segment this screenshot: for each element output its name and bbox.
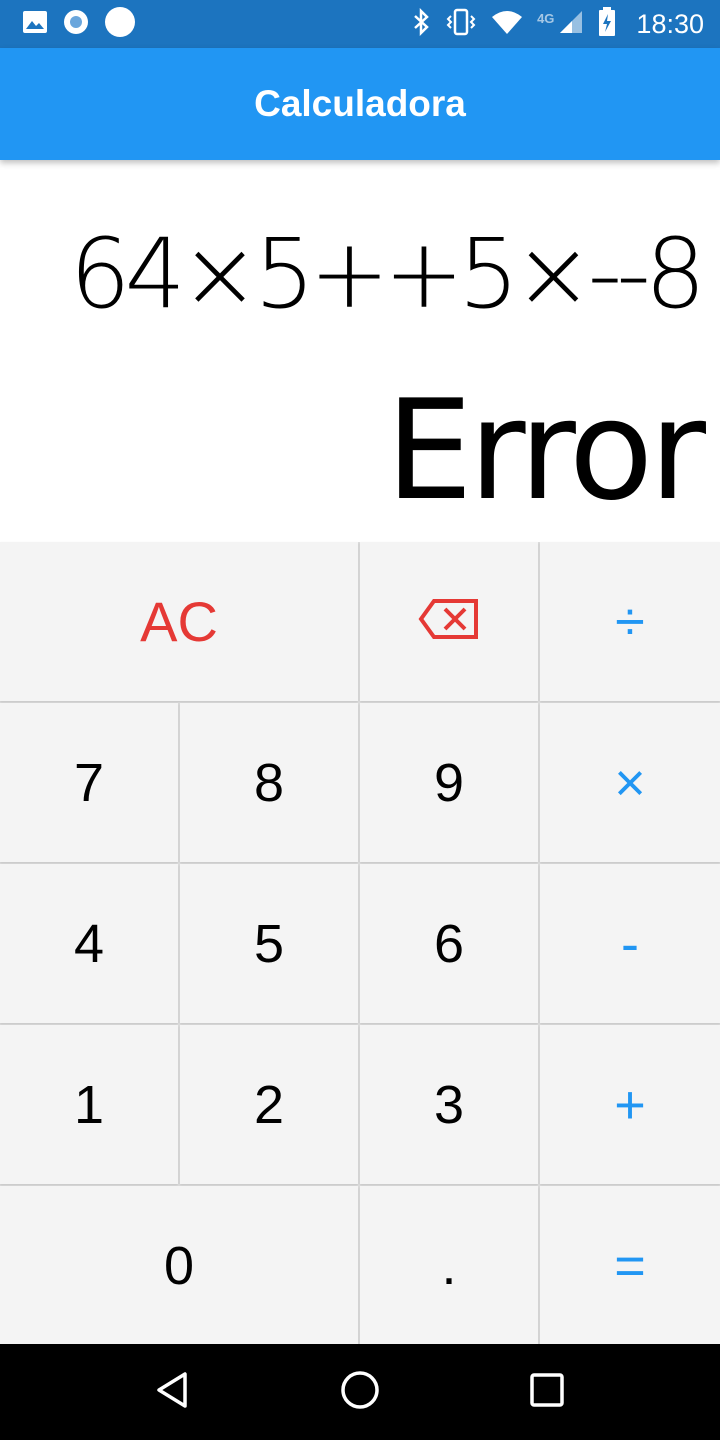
divide-button[interactable]: ÷ xyxy=(540,542,720,701)
wifi-icon xyxy=(491,9,523,40)
digit-3-button[interactable]: 3 xyxy=(360,1025,538,1184)
digit-5-button[interactable]: 5 xyxy=(180,864,358,1023)
battery-icon xyxy=(598,6,616,42)
clear-button[interactable]: AC xyxy=(0,542,358,701)
digit-1-button[interactable]: 1 xyxy=(0,1025,178,1184)
status-bar: 4G 18:30 xyxy=(0,0,720,48)
status-time: 18:30 xyxy=(636,8,704,39)
navigation-bar xyxy=(0,1344,720,1440)
backspace-button[interactable] xyxy=(360,542,538,701)
back-triangle-icon xyxy=(153,1370,193,1415)
record-icon xyxy=(62,8,90,41)
recents-square-icon xyxy=(527,1370,567,1415)
digit-6-button[interactable]: 6 xyxy=(360,864,538,1023)
multiply-button[interactable]: × xyxy=(540,703,720,862)
recents-button[interactable] xyxy=(517,1362,577,1422)
result-text: Error xyxy=(385,370,706,531)
expression-text: 64×5++5×--8 xyxy=(69,218,706,330)
calculator-display: 64×5++5×--8 Error xyxy=(0,160,720,542)
digit-7-button[interactable]: 7 xyxy=(0,703,178,862)
image-icon xyxy=(22,10,48,39)
bluetooth-icon xyxy=(411,7,431,41)
back-button[interactable] xyxy=(143,1362,203,1422)
home-button[interactable] xyxy=(330,1362,390,1422)
circle-icon xyxy=(104,6,136,43)
signal-icon xyxy=(558,9,584,40)
backspace-icon xyxy=(418,591,480,653)
plus-button[interactable]: + xyxy=(540,1025,720,1184)
status-left-icons xyxy=(22,6,136,43)
equals-button[interactable]: = xyxy=(540,1186,720,1346)
digit-8-button[interactable]: 8 xyxy=(180,703,358,862)
keypad: AC ÷ 7 8 9 × 4 5 6 - 1 2 3 + 0 . = xyxy=(0,542,720,1346)
network-type-label: 4G xyxy=(537,10,555,26)
home-circle-icon xyxy=(339,1369,381,1416)
app-bar: Calculadora xyxy=(0,48,720,160)
digit-2-button[interactable]: 2 xyxy=(180,1025,358,1184)
status-right-icons: 4G 18:30 xyxy=(411,6,704,42)
digit-4-button[interactable]: 4 xyxy=(0,864,178,1023)
app-title: Calculadora xyxy=(254,83,466,124)
digit-9-button[interactable]: 9 xyxy=(360,703,538,862)
vibrate-icon xyxy=(445,8,477,41)
decimal-point-button[interactable]: . xyxy=(360,1186,538,1346)
digit-0-button[interactable]: 0 xyxy=(0,1186,358,1346)
minus-button[interactable]: - xyxy=(540,864,720,1023)
